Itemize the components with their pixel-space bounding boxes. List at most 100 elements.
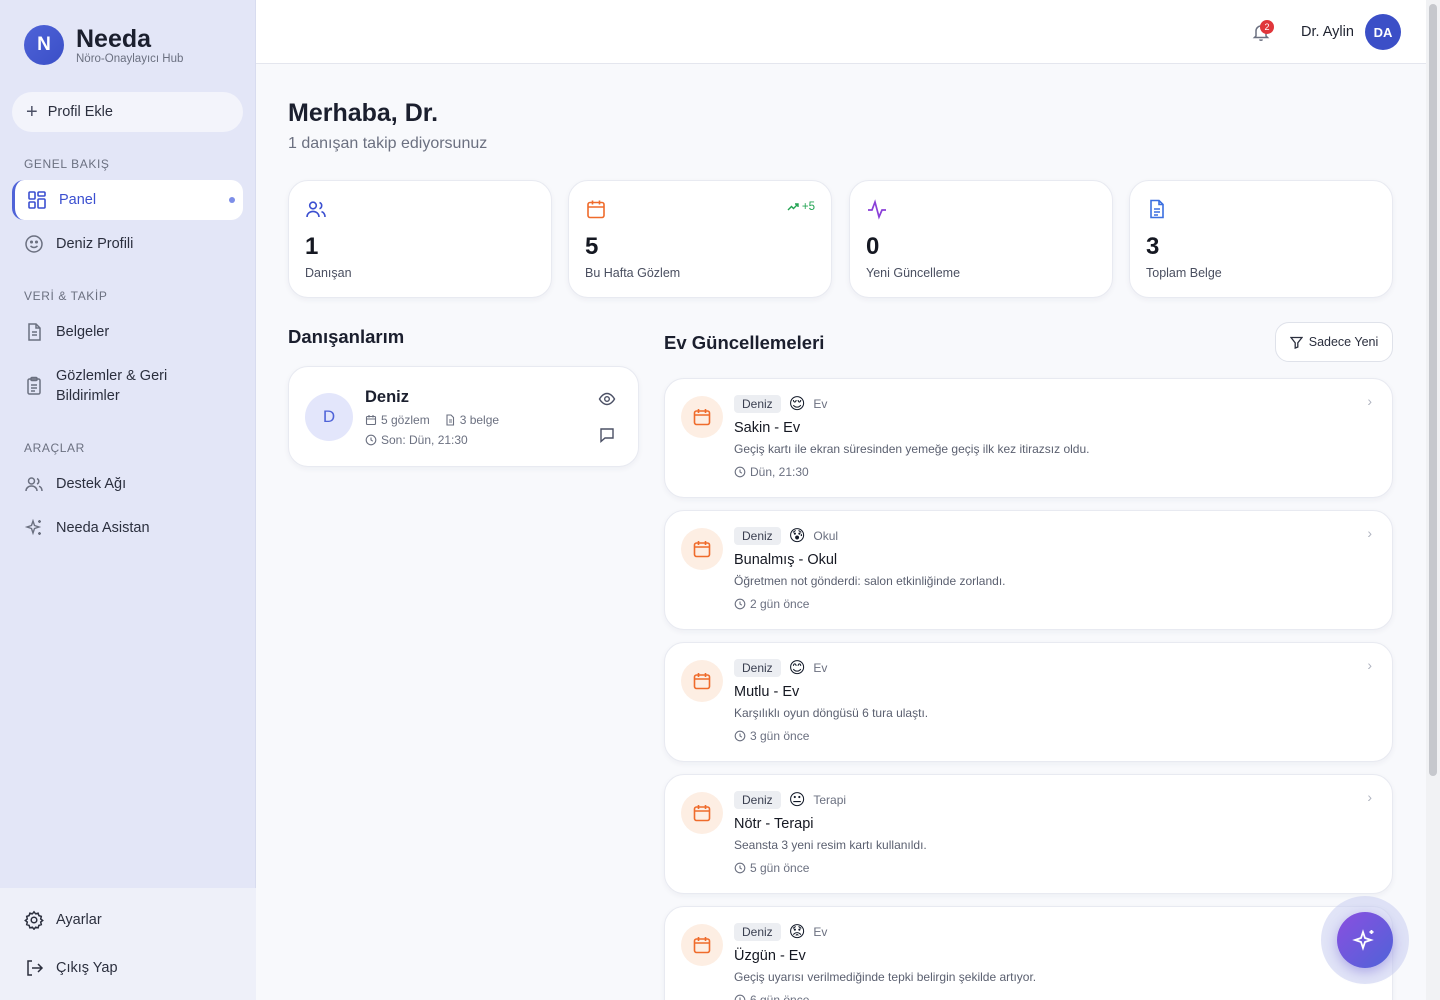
sidebar-item-documents[interactable]: Belgeler bbox=[12, 322, 243, 342]
update-time-label: 5 gün önce bbox=[750, 861, 810, 875]
chevron-right-icon[interactable]: › bbox=[1367, 525, 1372, 541]
section-label-tools: ARAÇLAR bbox=[24, 441, 85, 455]
message-icon[interactable] bbox=[598, 426, 616, 444]
sidebar-item-label-line1: Gözlemler & Geri bbox=[56, 368, 168, 384]
stat-card-weekly-observations[interactable]: +5 5 Bu Hafta Gözlem bbox=[568, 180, 832, 298]
client-name: Deniz bbox=[365, 388, 410, 406]
sparkles-icon bbox=[24, 518, 44, 538]
client-tag: Deniz bbox=[734, 395, 781, 413]
top-bar: 2 Dr. Aylin DA bbox=[256, 0, 1426, 64]
calendar-icon bbox=[681, 792, 723, 834]
update-card[interactable]: Deniz 😟 Ev Üzgün - Ev Geçiş uyarısı verilmed… bbox=[664, 906, 1393, 1000]
smile-icon bbox=[24, 234, 44, 254]
update-meta: Deniz 😌 Ev bbox=[734, 395, 827, 413]
update-title: Mutlu - Ev bbox=[734, 684, 800, 700]
clock-icon bbox=[734, 466, 746, 478]
sidebar-item-deniz-profile[interactable]: Deniz Profili bbox=[12, 234, 243, 254]
client-documents: 3 belge bbox=[459, 413, 500, 427]
chevron-right-icon[interactable]: › bbox=[1367, 657, 1372, 673]
gear-icon bbox=[24, 910, 44, 930]
calendar-icon bbox=[681, 924, 723, 966]
client-observations: 5 gözlem bbox=[381, 413, 430, 427]
avatar[interactable]: DA bbox=[1365, 14, 1401, 50]
update-card[interactable]: Deniz 😰 Okul Bunalmış - Okul Öğretmen not gö… bbox=[664, 510, 1393, 630]
add-profile-button[interactable]: + Profil Ekle bbox=[12, 92, 243, 132]
update-meta: Deniz 😟 Ev bbox=[734, 923, 827, 941]
update-meta: Deniz 😊 Ev bbox=[734, 659, 827, 677]
brand-subtitle: Nöro-Onaylayıcı Hub bbox=[76, 52, 184, 65]
sidebar: N Needa Nöro-Onaylayıcı Hub + Profil Ekl… bbox=[0, 0, 256, 1000]
client-tag: Deniz bbox=[734, 791, 781, 809]
update-time-label: 6 gün önce bbox=[750, 993, 810, 1000]
update-description: Öğretmen not gönderdi: salon etkinliğind… bbox=[734, 574, 1006, 588]
client-last-activity: Son: Dün, 21:30 bbox=[365, 433, 468, 447]
document-icon bbox=[446, 414, 454, 426]
sidebar-item-label: Deniz Profili bbox=[56, 236, 134, 252]
update-card[interactable]: Deniz 😐 Terapi Nötr - Terapi Seansta 3 yeni … bbox=[664, 774, 1393, 894]
stat-card-clients[interactable]: 1 Danışan bbox=[288, 180, 552, 298]
chevron-right-icon[interactable]: › bbox=[1367, 393, 1372, 409]
sidebar-item-observations[interactable]: Gözlemler & Geri Bildirimler bbox=[12, 366, 243, 406]
eye-icon[interactable] bbox=[598, 390, 616, 408]
mood-emoji: 😌 bbox=[788, 394, 806, 413]
calendar-icon bbox=[585, 198, 607, 220]
update-title: Üzgün - Ev bbox=[734, 948, 806, 964]
sidebar-footer: Ayarlar Çıkış Yap bbox=[0, 888, 256, 1000]
logout-icon bbox=[24, 958, 44, 978]
scrollbar[interactable] bbox=[1426, 0, 1440, 1000]
update-title: Bunalmış - Okul bbox=[734, 552, 838, 568]
logout-link[interactable]: Çıkış Yap bbox=[12, 958, 243, 978]
brand-name: Needa bbox=[76, 24, 152, 53]
sidebar-item-assistant[interactable]: Needa Asistan bbox=[12, 518, 243, 538]
sidebar-item-panel[interactable]: Panel bbox=[12, 180, 243, 220]
client-tag: Deniz bbox=[734, 923, 781, 941]
assistant-fab-button[interactable] bbox=[1337, 912, 1393, 968]
update-time: 2 gün önce bbox=[734, 597, 809, 611]
clock-icon bbox=[734, 730, 746, 742]
page-title: Merhaba, Dr. bbox=[288, 99, 439, 127]
sidebar-item-label-line2: Bildirimler bbox=[56, 388, 120, 404]
active-indicator bbox=[229, 197, 235, 203]
notification-badge: 2 bbox=[1260, 20, 1274, 34]
settings-link[interactable]: Ayarlar bbox=[12, 910, 243, 930]
stat-value: 3 bbox=[1146, 233, 1160, 260]
client-last: Son: Dün, 21:30 bbox=[381, 433, 468, 447]
update-card[interactable]: Deniz 😌 Ev Sakin - Ev Geçiş kartı ile ekran … bbox=[664, 378, 1393, 498]
stat-card-total-documents[interactable]: 3 Toplam Belge bbox=[1129, 180, 1393, 298]
updates-heading: Ev Güncellemeleri bbox=[664, 332, 825, 353]
stat-label: Yeni Güncelleme bbox=[866, 266, 961, 280]
mood-emoji: 😐 bbox=[788, 790, 806, 809]
update-time: 6 gün önce bbox=[734, 993, 809, 1000]
sidebar-item-support-network[interactable]: Destek Ağı bbox=[12, 474, 243, 494]
client-card[interactable]: D Deniz 5 gözlem 3 belge Son: Dün, 21:30 bbox=[288, 366, 639, 467]
brand[interactable]: N Needa Nöro-Onaylayıcı Hub bbox=[24, 25, 183, 65]
context-label: Ev bbox=[813, 925, 828, 939]
clients-heading: Danışanlarım bbox=[288, 326, 405, 347]
stat-label: Toplam Belge bbox=[1146, 266, 1222, 280]
chevron-right-icon[interactable]: › bbox=[1367, 789, 1372, 805]
clock-icon bbox=[365, 434, 377, 446]
avatar: D bbox=[305, 393, 353, 441]
context-label: Ev bbox=[813, 661, 828, 675]
calendar-icon bbox=[365, 415, 377, 426]
section-label-overview: GENEL BAKIŞ bbox=[24, 157, 110, 171]
update-description: Geçiş uyarısı verilmediğinde tepki belir… bbox=[734, 970, 1037, 984]
trend-value: +5 bbox=[801, 201, 815, 213]
scrollbar-thumb[interactable] bbox=[1429, 4, 1437, 776]
user-name[interactable]: Dr. Aylin bbox=[1301, 24, 1354, 40]
update-time: 5 gün önce bbox=[734, 861, 809, 875]
client-stats: 5 gözlem 3 belge bbox=[365, 413, 499, 427]
stat-card-new-updates[interactable]: 0 Yeni Güncelleme bbox=[849, 180, 1113, 298]
section-label-data: VERİ & TAKİP bbox=[24, 289, 108, 303]
context-label: Ev bbox=[813, 397, 828, 411]
grid-icon bbox=[27, 190, 47, 210]
clock-icon bbox=[734, 598, 746, 610]
filter-icon bbox=[1289, 336, 1303, 349]
context-label: Okul bbox=[813, 529, 839, 543]
context-label: Terapi bbox=[813, 793, 847, 807]
clipboard-icon bbox=[24, 376, 44, 396]
filter-new-only-button[interactable]: Sadece Yeni bbox=[1275, 322, 1393, 362]
stat-value: 5 bbox=[585, 233, 599, 260]
settings-label: Ayarlar bbox=[56, 912, 102, 928]
update-card[interactable]: Deniz 😊 Ev Mutlu - Ev Karşılıklı oyun döngüs… bbox=[664, 642, 1393, 762]
